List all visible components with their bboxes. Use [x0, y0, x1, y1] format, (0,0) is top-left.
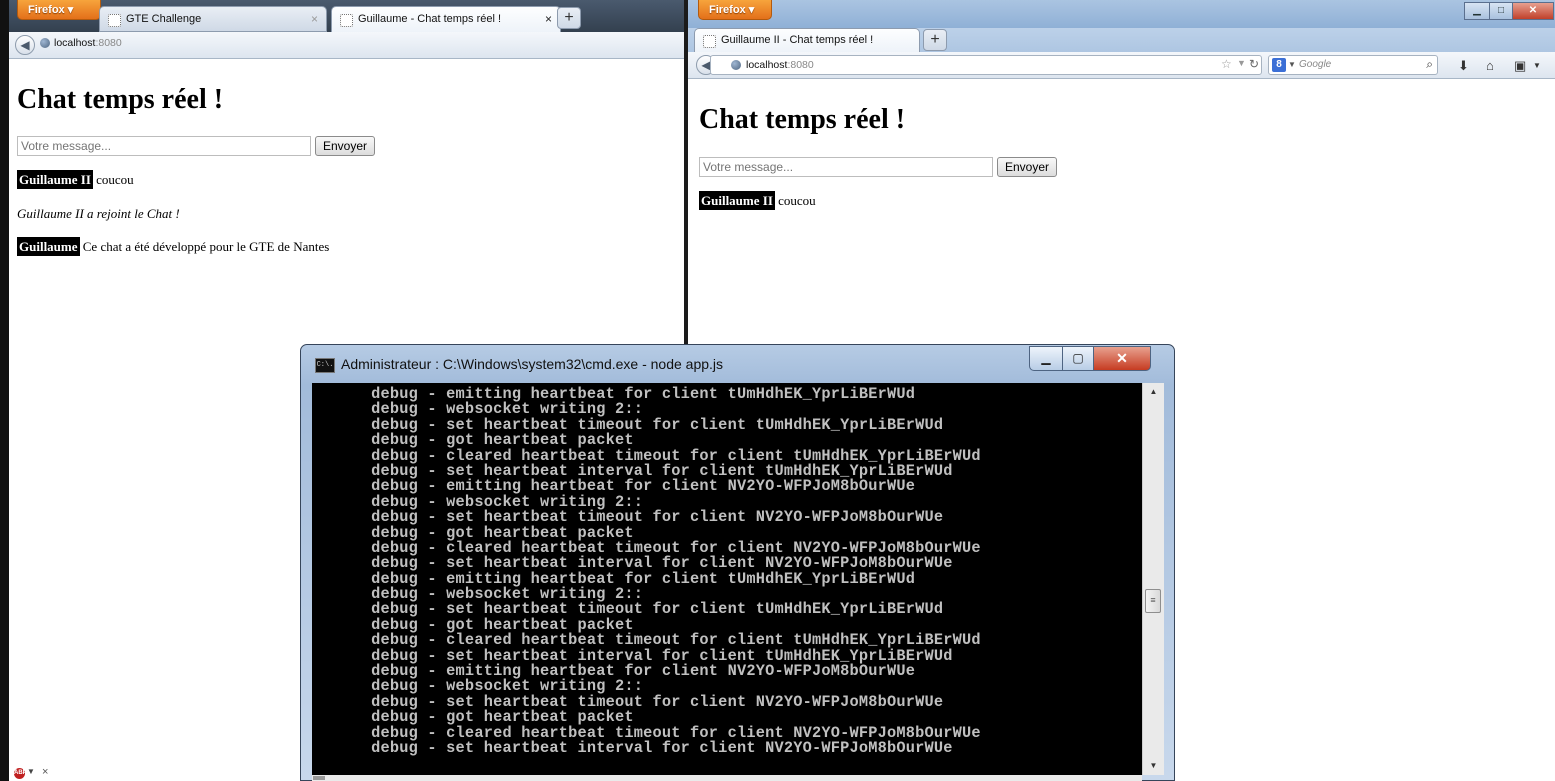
url-bar[interactable]: localhost:8080 — [54, 37, 122, 49]
chevron-down-icon[interactable]: ▼ — [27, 767, 35, 776]
page-title: Chat temps réel ! — [699, 104, 906, 135]
back-button[interactable]: ◀ — [15, 35, 35, 55]
tab-bar: Firefox ▾ GTE Challenge × Guillaume - Ch… — [9, 0, 684, 32]
page-icon — [703, 35, 716, 48]
close-icon: ✕ — [1116, 350, 1128, 366]
new-tab-button[interactable]: + — [923, 29, 947, 51]
window-title: Administrateur : C:\Windows\system32\cmd… — [341, 356, 724, 372]
home-icon[interactable]: ⌂ — [1486, 58, 1494, 73]
maximize-icon: □ — [1497, 5, 1505, 16]
chat-message: Guillaume Ce chat a été développé pour l… — [17, 237, 330, 256]
back-arrow-icon: ◀ — [20, 38, 30, 52]
message-input[interactable] — [17, 136, 311, 156]
navigation-bar: ◀ localhost:8080 — [9, 32, 684, 59]
globe-icon — [731, 60, 741, 70]
console-icon: C:\. — [315, 358, 335, 373]
message-text: coucou — [778, 193, 816, 208]
desktop-edge — [0, 0, 9, 781]
maximize-button[interactable]: □ — [1489, 2, 1513, 20]
close-icon[interactable]: × — [311, 12, 318, 26]
tab-label: Guillaume - Chat temps réel ! — [358, 13, 502, 25]
url-bar[interactable]: localhost:8080 ☆ ▼ ↻ — [710, 55, 1262, 75]
chevron-down-icon: ▾ — [748, 4, 755, 16]
firefox-menu-label: Firefox — [28, 4, 65, 16]
chevron-down-icon[interactable]: ▼ — [1533, 61, 1541, 70]
scroll-up-icon[interactable]: ▲ — [1143, 383, 1164, 401]
minimize-button[interactable]: ▁ — [1464, 2, 1490, 20]
chat-message: Guillaume II coucou — [17, 170, 134, 189]
console-lines: debug - emitting heartbeat for client tU… — [343, 386, 981, 757]
vertical-scrollbar[interactable]: ▲ ≡ ▼ — [1142, 383, 1164, 775]
tab-gte-challenge[interactable]: GTE Challenge × — [99, 6, 327, 32]
adblock-icon[interactable]: ABP — [14, 768, 27, 779]
url-host: localhost — [746, 59, 788, 71]
tab-chat[interactable]: Guillaume II - Chat temps réel ! — [694, 28, 920, 52]
search-icon[interactable]: ⌕ — [1426, 57, 1433, 72]
close-icon: ✕ — [1528, 5, 1538, 16]
close-icon[interactable]: × — [42, 766, 48, 778]
maximize-icon: ▢ — [1072, 351, 1084, 365]
tab-label: Guillaume II - Chat temps réel ! — [721, 34, 874, 46]
title-bar: Firefox ▾ ▁ □ ✕ — [688, 0, 1555, 28]
console-line: debug - set heartbeat interval for clien… — [343, 738, 953, 757]
pseudo-badge: Guillaume — [17, 237, 80, 256]
chevron-down-icon[interactable]: ▼ — [1237, 58, 1246, 68]
new-tab-button[interactable]: + — [557, 7, 581, 29]
url-port: :8080 — [787, 59, 814, 71]
send-button[interactable]: Envoyer — [997, 157, 1058, 177]
globe-icon — [40, 38, 50, 48]
close-button[interactable]: ✕ — [1093, 346, 1151, 371]
scroll-down-icon[interactable]: ▼ — [1143, 757, 1164, 775]
system-message: Guillaume II a rejoint le Chat ! — [17, 206, 180, 221]
bookmark-star-icon[interactable]: ☆ — [1221, 57, 1232, 71]
minimize-icon: ▁ — [1041, 351, 1051, 365]
chat-message: Guillaume II coucou — [699, 191, 816, 210]
url-port: :8080 — [95, 37, 122, 49]
search-box[interactable]: 8 ▼ Google ⌕ — [1268, 55, 1438, 75]
tab-chat[interactable]: Guillaume - Chat temps réel ! × — [331, 6, 561, 32]
scroll-thumb[interactable]: ≡ — [1145, 589, 1161, 613]
horizontal-scrollbar[interactable] — [312, 775, 1142, 781]
reload-icon[interactable]: ↻ — [1249, 57, 1259, 71]
message-input[interactable] — [699, 157, 993, 177]
tab-bar: Guillaume II - Chat temps réel ! + — [688, 28, 1555, 52]
chevron-down-icon: ▾ — [67, 4, 74, 16]
navigation-bar: ◀ localhost:8080 ☆ ▼ ↻ 8 ▼ Google ⌕ ⬇ ⌂ … — [688, 52, 1555, 79]
page-icon — [108, 14, 121, 27]
page-title: Chat temps réel ! — [17, 84, 224, 115]
url-host: localhost — [54, 37, 96, 49]
pseudo-badge: Guillaume II — [17, 170, 93, 189]
bookmarks-icon[interactable]: ▣ — [1514, 58, 1526, 74]
firefox-menu-button[interactable]: Firefox ▾ — [17, 0, 101, 20]
firefox-menu-label: Firefox — [709, 4, 746, 16]
cmd-window: C:\. Administrateur : C:\Windows\system3… — [300, 344, 1175, 781]
minimize-button[interactable]: ▁ — [1029, 346, 1063, 371]
message-text: coucou — [96, 172, 134, 187]
download-icon[interactable]: ⬇ — [1458, 58, 1469, 74]
close-button[interactable]: ✕ — [1512, 2, 1554, 20]
minimize-icon: ▁ — [1473, 5, 1481, 16]
tab-label: GTE Challenge — [126, 13, 202, 25]
console-output[interactable]: debug - emitting heartbeat for client tU… — [312, 383, 1142, 775]
message-text: Ce chat a été développé pour le GTE de N… — [82, 239, 330, 254]
pseudo-badge: Guillaume II — [699, 191, 775, 210]
chevron-down-icon[interactable]: ▼ — [1288, 60, 1296, 69]
send-button[interactable]: Envoyer — [315, 136, 376, 156]
maximize-button[interactable]: ▢ — [1062, 346, 1094, 371]
page-icon — [340, 14, 353, 27]
scroll-thumb[interactable] — [313, 776, 325, 780]
google-icon: 8 — [1272, 58, 1286, 72]
firefox-menu-button[interactable]: Firefox ▾ — [698, 0, 772, 20]
close-icon[interactable]: × — [545, 12, 552, 26]
search-placeholder: Google — [1299, 59, 1332, 70]
